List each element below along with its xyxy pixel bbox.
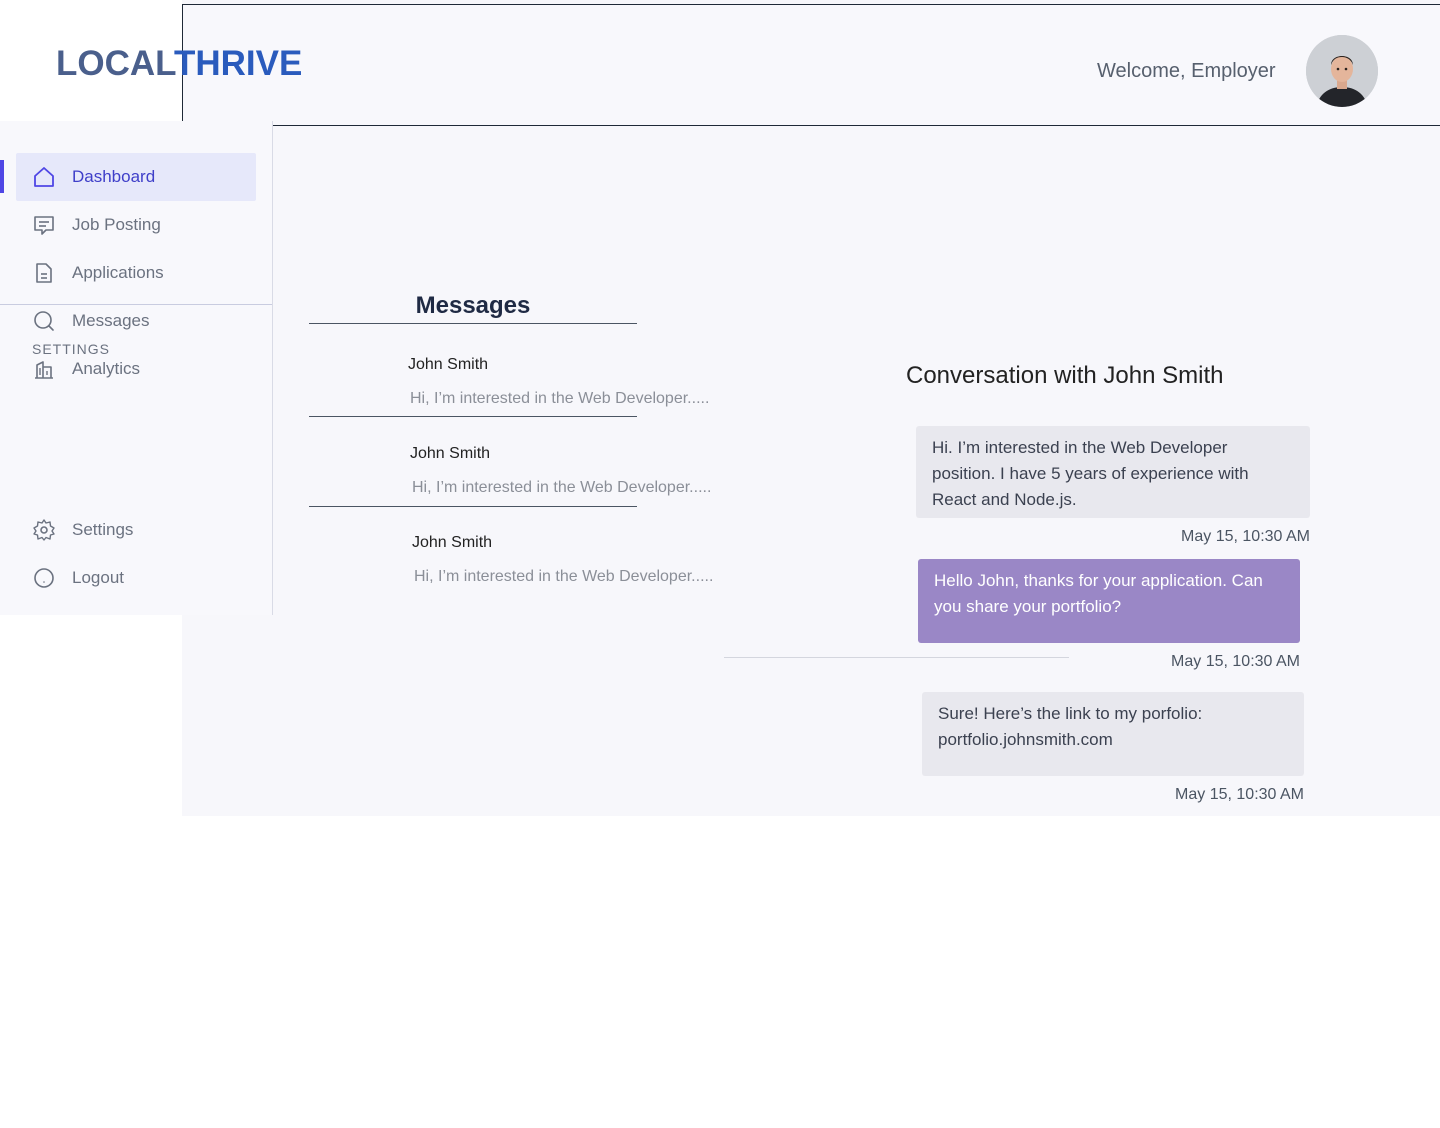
- conversation-preview: Hi, I’m interested in the Web Developer.…: [412, 479, 712, 496]
- document-icon: [36, 263, 52, 283]
- conversation-preview: Hi, I’m interested in the Web Developer.…: [414, 568, 714, 585]
- conversation-preview: Hi, I’m interested in the Web Developer.…: [410, 390, 710, 407]
- message-timestamp: May 15, 10:30 AM: [1171, 653, 1300, 670]
- building-icon: [35, 361, 53, 379]
- conversation-divider: [309, 416, 637, 417]
- sidebar-item-label: Messages: [72, 311, 150, 330]
- sidebar-item-label: Job Posting: [72, 215, 161, 234]
- sidebar-item-job-posting[interactable]: Job Posting: [16, 201, 256, 249]
- message-bubble-incoming: Hi. I’m interested in the Web Developer …: [916, 426, 1310, 518]
- sidebar-divider: [0, 304, 272, 305]
- messages-title: Messages: [415, 292, 531, 319]
- conversation-divider: [309, 506, 637, 507]
- avatar[interactable]: [1306, 35, 1378, 107]
- conversation-name: John Smith: [408, 356, 489, 373]
- conversation-title: Conversation with John Smith: [906, 362, 1224, 389]
- sidebar-item-logout[interactable]: Logout: [16, 554, 256, 602]
- messages-title-underline: [309, 323, 637, 324]
- sidebar-item-label: Analytics: [72, 359, 141, 378]
- sidebar-item-label: Applications: [72, 263, 164, 282]
- sidebar-item-label: Settings: [72, 520, 134, 539]
- active-indicator: [0, 160, 4, 193]
- brand-logo-part1: LOCAL: [56, 44, 174, 83]
- sidebar-item-dashboard[interactable]: Dashboard: [16, 153, 256, 201]
- sidebar-item-label: Dashboard: [72, 167, 156, 186]
- message-bubble-incoming: Sure! Here’s the link to my porfolio: po…: [922, 692, 1304, 776]
- message-bubble-outgoing: Hello John, thanks for your application.…: [918, 559, 1300, 643]
- settings-heading: SETTINGS: [32, 341, 111, 357]
- sidebar-item-applications[interactable]: Applications: [16, 249, 256, 297]
- avatar-photo: [1306, 35, 1378, 107]
- home-icon: [34, 167, 54, 187]
- welcome-text: Welcome, Employer: [1097, 60, 1276, 82]
- search-icon: [34, 311, 54, 331]
- message-timestamp: May 15, 10:30 AM: [1175, 786, 1304, 803]
- brand-logo-part2: THRIVE: [173, 44, 303, 83]
- conversation-name: John Smith: [410, 445, 491, 462]
- chat-divider: [724, 657, 1069, 658]
- logout-icon: [34, 568, 54, 588]
- sidebar-item-settings[interactable]: Settings: [16, 506, 256, 554]
- gear-icon: [33, 519, 55, 541]
- chat-icon: [34, 216, 54, 235]
- conversation-name: John Smith: [412, 534, 493, 551]
- message-timestamp: May 15, 10:30 AM: [1181, 528, 1310, 545]
- brand-logo[interactable]: LOCALTHRIVE: [56, 44, 302, 84]
- sidebar-item-label: Logout: [72, 568, 124, 587]
